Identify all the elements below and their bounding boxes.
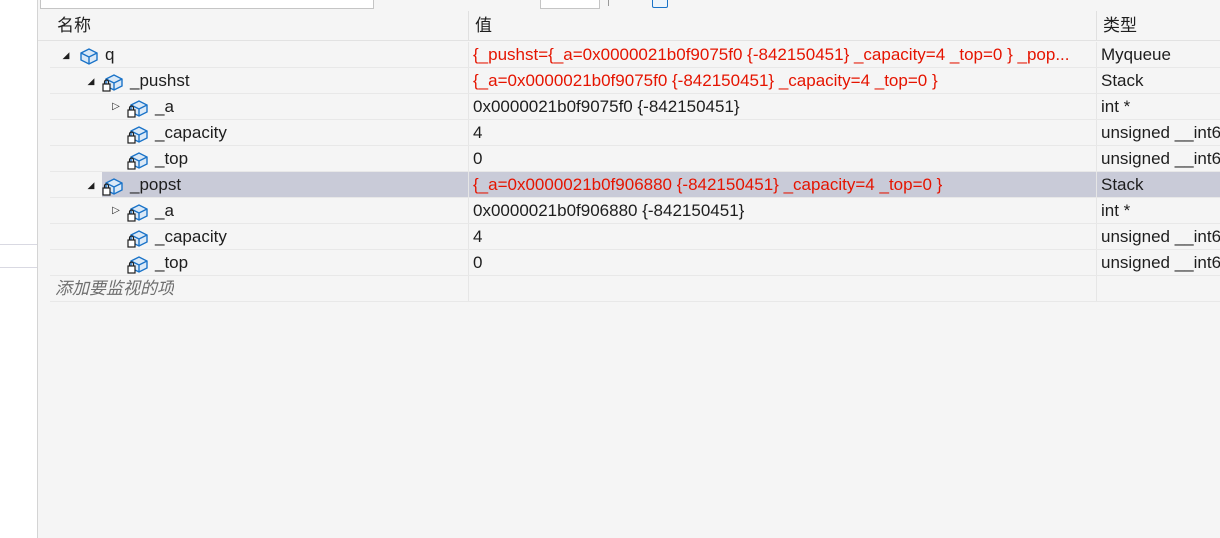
private-object-icon [127,254,149,274]
column-header-name[interactable]: 名称 [50,11,468,40]
variable-name: _top [155,253,189,272]
gutter-divider [0,244,37,245]
row-divider [50,301,1220,302]
add-watch-input[interactable]: 添加要监视的项 [55,276,174,302]
value-cell[interactable]: {_a=0x0000021b0f9075f0 {-842150451} _cap… [473,68,1095,94]
object-cube-icon [77,46,99,66]
variable-name: _pushst [130,71,190,90]
type-cell: Stack [1101,175,1144,194]
type-cell: int * [1101,201,1131,220]
expand-triangle-icon[interactable]: ◢ [60,42,72,68]
variable-name: _capacity [155,123,227,142]
collapse-triangle-icon[interactable]: ▷ [110,198,122,224]
column-header-type[interactable]: 类型 [1096,11,1220,40]
column-header: 名称 值 类型 [38,11,1220,41]
column-divider [1096,276,1097,302]
variable-name: _top [155,149,189,168]
name-cell[interactable]: ◢ _popst [50,172,468,198]
search-field[interactable] [40,0,374,9]
gutter-divider [0,267,37,268]
watch-row[interactable]: ◢ _popst {_a=0x0000021b0f906880 {-84215045… [38,172,1220,198]
value-cell[interactable]: {_a=0x0000021b0f906880 {-842150451} _cap… [473,172,1095,198]
value-cell[interactable]: 0x0000021b0f906880 {-842150451} [473,198,1095,224]
watch-row[interactable]: ▷ _a 0x0000021b0f906880 {-842150451} int * [38,198,1220,224]
column-divider [468,172,469,198]
search-depth-field[interactable] [540,0,600,9]
add-watch-row[interactable]: 添加要监视的项 [38,276,1220,302]
watch-row[interactable]: ▷ _a 0x0000021b0f9075f0 {-842150451} int * [38,94,1220,120]
watch-row[interactable]: _top 0 unsigned __int64 [38,146,1220,172]
expand-triangle-icon[interactable]: ◢ [85,172,97,198]
column-divider [468,224,469,250]
column-divider [1096,94,1097,120]
column-divider [1096,68,1097,94]
name-cell[interactable]: _top [50,250,468,276]
name-cell[interactable]: _capacity [50,224,468,250]
column-divider [468,146,469,172]
column-divider [1096,146,1097,172]
column-divider [468,42,469,68]
type-cell: Stack [1101,71,1144,90]
column-divider [468,120,469,146]
column-divider [468,276,469,302]
column-divider [468,68,469,94]
type-cell: unsigned __int64 [1101,227,1220,246]
column-divider [1096,198,1097,224]
variable-name: _a [155,97,174,116]
left-gutter [0,0,38,538]
name-cell[interactable]: ◢ _pushst [50,68,468,94]
watch-row[interactable]: _top 0 unsigned __int64 [38,250,1220,276]
column-divider [468,198,469,224]
toggle-view-icon[interactable] [652,0,668,8]
value-cell[interactable]: 0 [473,250,1095,276]
column-header-value[interactable]: 值 [468,11,1096,40]
private-object-icon [127,202,149,222]
value-cell[interactable]: 4 [473,224,1095,250]
watch-row[interactable]: _capacity 4 unsigned __int64 [38,120,1220,146]
name-cell[interactable]: ▷ _a [50,94,468,120]
name-cell[interactable]: _capacity [50,120,468,146]
variable-name: q [105,45,115,64]
toolbar-separator [608,0,609,6]
type-cell: int * [1101,97,1131,116]
value-cell[interactable]: {_pushst={_a=0x0000021b0f9075f0 {-842150… [473,42,1095,68]
private-object-icon [127,124,149,144]
watch-row[interactable]: _capacity 4 unsigned __int64 [38,224,1220,250]
watch-window: 名称 值 类型 ◢ q {_pushst={_a=0x0000021b0f9075f… [38,0,1220,538]
private-object-icon [102,176,124,196]
private-object-icon [127,228,149,248]
column-divider [468,94,469,120]
type-cell: Myqueue [1101,45,1171,64]
name-cell[interactable]: ▷ _a [50,198,468,224]
private-object-icon [127,150,149,170]
variable-name: _popst [130,175,182,194]
collapse-triangle-icon[interactable]: ▷ [110,94,122,120]
watch-row[interactable]: ◢ q {_pushst={_a=0x0000021b0f9075f0 {-8421… [38,42,1220,68]
watch-row[interactable]: ◢ _pushst {_a=0x0000021b0f9075f0 {-8421504… [38,68,1220,94]
variable-name: _a [155,201,174,220]
value-cell[interactable]: 4 [473,120,1095,146]
type-cell: unsigned __int64 [1101,123,1220,142]
column-divider [1096,250,1097,276]
column-divider [1096,224,1097,250]
expand-triangle-icon[interactable]: ◢ [85,68,97,94]
column-divider [1096,172,1097,198]
private-object-icon [127,98,149,118]
column-divider [1096,42,1097,68]
type-cell: unsigned __int64 [1101,253,1220,272]
watch-toolbar [38,0,1220,10]
name-cell[interactable]: _top [50,146,468,172]
column-divider [468,250,469,276]
value-cell[interactable]: 0 [473,146,1095,172]
name-cell[interactable]: ◢ q [50,42,468,68]
value-cell[interactable]: 0x0000021b0f9075f0 {-842150451} [473,94,1095,120]
variable-name: _capacity [155,227,227,246]
column-divider [1096,120,1097,146]
type-cell: unsigned __int64 [1101,149,1220,168]
private-object-icon [102,72,124,92]
